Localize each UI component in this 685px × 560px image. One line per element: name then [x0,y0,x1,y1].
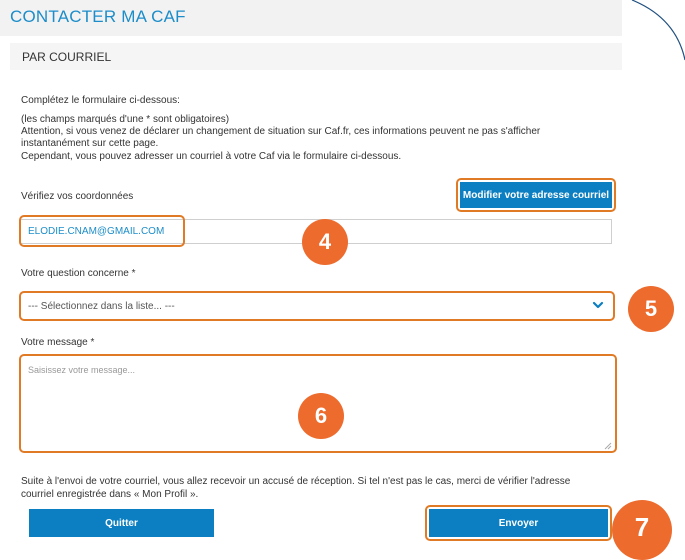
step-badge-6: 6 [298,393,344,439]
send-button[interactable]: Envoyer [429,509,608,537]
footer-text: Suite à l'envoi de votre courriel, vous … [21,476,571,487]
coords-label: Vérifiez vos coordonnées [21,191,134,202]
required-note: (les champs marqués d'une * sont obligat… [21,114,230,125]
email-value: ELODIE.CNAM@GMAIL.COM [28,226,165,237]
message-placeholder: Saisissez votre message... [28,365,136,375]
info-text: Cependant, vous pouvez adresser un courr… [21,151,402,162]
message-label: Votre message * [21,337,95,348]
warning-text-cont: instantanément sur cette page. [21,138,159,149]
question-label: Votre question concerne * [21,268,136,279]
footer-text-cont: courriel enregistrée dans « Mon Profil »… [21,489,199,500]
step-badge-4: 4 [302,219,348,265]
question-select-value: --- Sélectionnez dans la liste... --- [28,301,175,312]
chevron-down-icon[interactable] [591,300,605,312]
section-title: PAR COURRIEL [22,50,112,64]
page-title: CONTACTER MA CAF [10,7,186,26]
step-badge-5: 5 [628,286,674,332]
step-badge-7: 7 [612,500,672,560]
modify-email-button[interactable]: Modifier votre adresse courriel [460,182,612,208]
warning-text: Attention, si vous venez de déclarer un … [21,126,541,137]
resize-handle-icon[interactable] [604,442,612,450]
quit-button[interactable]: Quitter [29,509,214,537]
intro-text: Complétez le formulaire ci-dessous: [21,95,180,106]
